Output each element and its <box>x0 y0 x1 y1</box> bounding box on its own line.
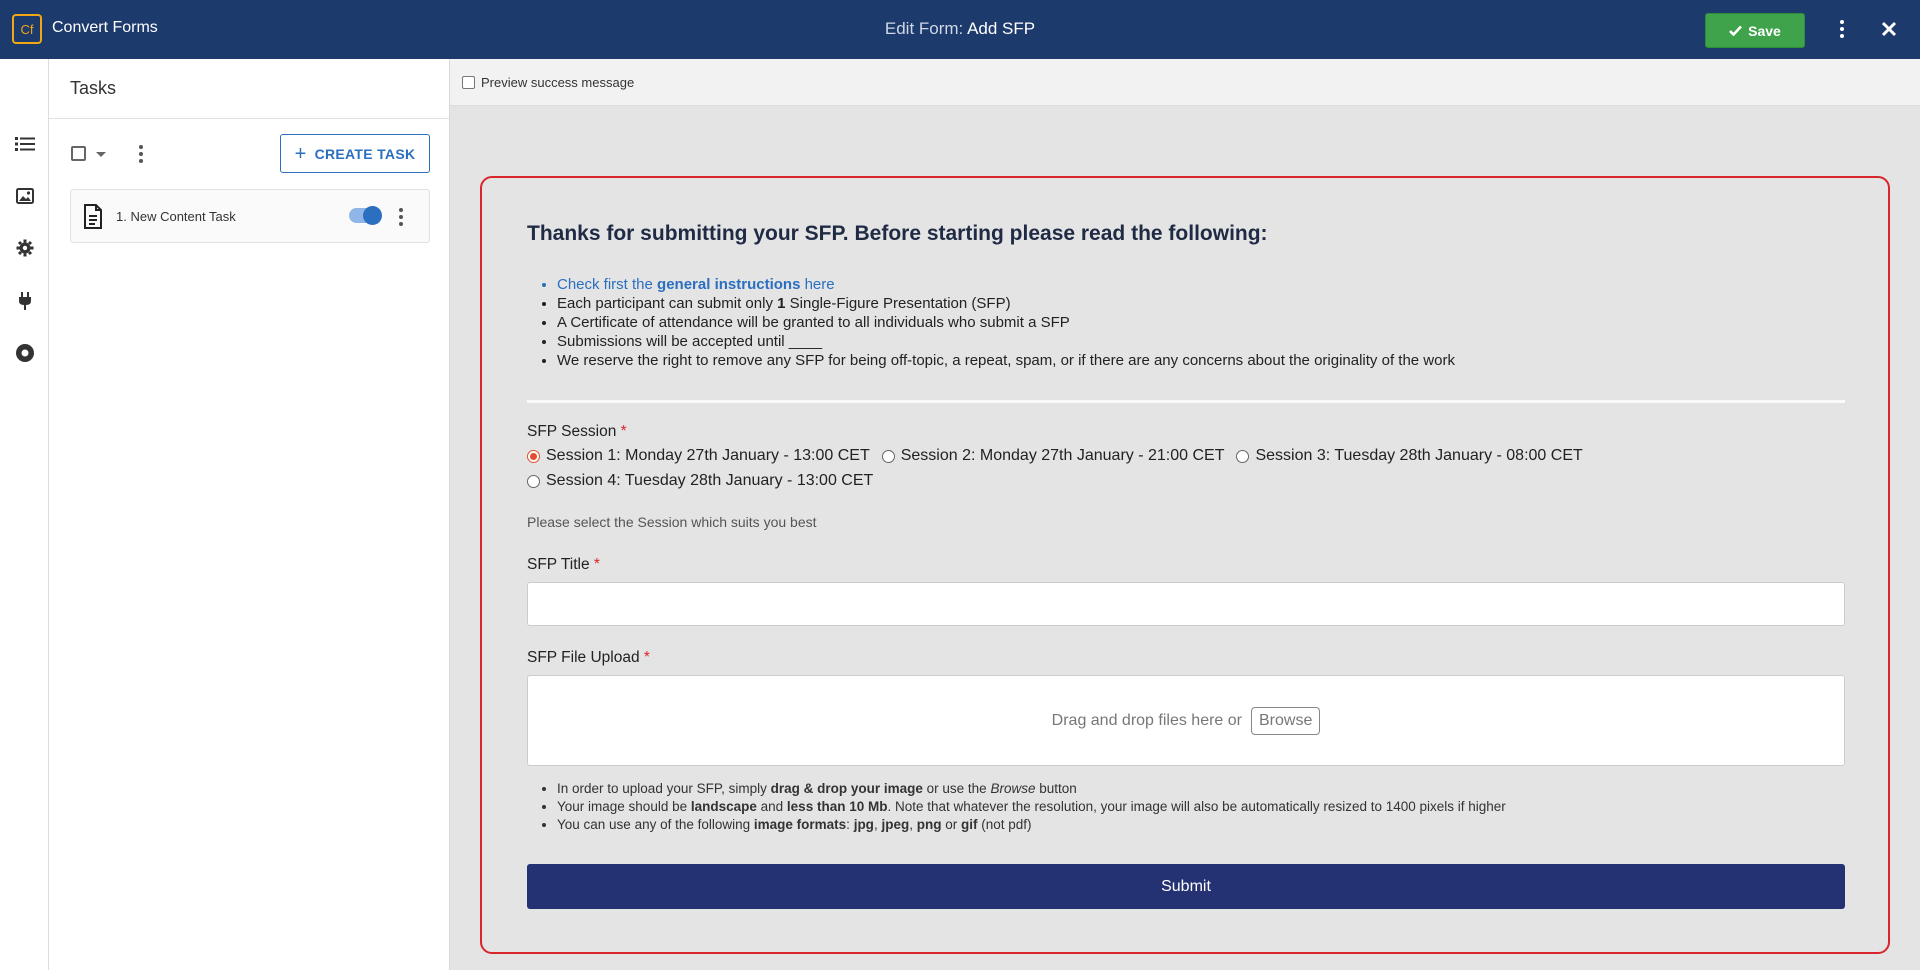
divider <box>49 118 449 119</box>
task-enabled-toggle[interactable] <box>349 206 382 225</box>
file-dropzone[interactable]: Drag and drop files here or Browse <box>527 675 1845 766</box>
plug-icon[interactable] <box>14 290 36 312</box>
radio-button[interactable] <box>527 474 540 488</box>
session-option-label: Session 4: Tuesday 28th January - 13:00 … <box>546 472 874 489</box>
task-item[interactable]: 1. New Content Task <box>70 189 430 243</box>
list-item: You can use any of the following image f… <box>557 816 1506 834</box>
form-preview: Thanks for submitting your SFP. Before s… <box>480 176 1890 954</box>
save-button[interactable]: Save <box>1705 13 1805 48</box>
session-label-text: SFP Session <box>527 423 617 440</box>
radio-button[interactable] <box>881 449 895 463</box>
check-icon <box>1729 25 1743 36</box>
top-bar: Cf Convert Forms Edit Form: Add SFP Save <box>0 0 1920 59</box>
list-text: Single-Figure Presentation (SFP) <box>785 295 1011 312</box>
instructions-list: Check first the general instructions her… <box>557 275 1455 370</box>
radio-button[interactable] <box>527 449 540 463</box>
save-label: Save <box>1748 22 1781 39</box>
required-mark: * <box>593 556 600 573</box>
document-icon <box>83 204 103 234</box>
preview-success-label[interactable]: Preview success message <box>481 75 634 90</box>
list-text: Each participant can submit only <box>557 295 778 312</box>
page-title-prefix: Edit Form: <box>884 19 964 38</box>
title-label: SFP Title * <box>527 556 600 574</box>
session-option-label: Session 2: Monday 27th January - 21:00 C… <box>900 447 1225 464</box>
image-icon[interactable] <box>14 185 36 207</box>
form-canvas: Thanks for submitting your SFP. Before s… <box>450 106 1920 970</box>
session-radio-group: Session 4: Tuesday 28th January - 13:00 … <box>527 472 885 490</box>
divider <box>527 400 1845 403</box>
submit-button[interactable]: Submit <box>527 864 1845 909</box>
list-item: In order to upload your SFP, simply drag… <box>557 780 1506 798</box>
list-item: A Certificate of attendance will be gran… <box>557 313 1455 332</box>
required-mark: * <box>643 649 650 666</box>
required-mark: * <box>620 423 627 440</box>
session-label: SFP Session * <box>527 423 627 441</box>
session-option-label: Session 3: Tuesday 28th January - 08:00 … <box>1255 447 1583 464</box>
title-label-text: SFP Title <box>527 556 590 573</box>
create-task-button[interactable]: + CREATE TASK <box>280 134 430 173</box>
list-item: Your image should be landscape and less … <box>557 798 1506 816</box>
plus-icon: + <box>294 142 307 165</box>
link-text: Check first the <box>557 276 658 293</box>
list-item[interactable]: Check first the general instructions her… <box>557 275 1455 294</box>
form-heading: Thanks for submitting your SFP. Before s… <box>527 222 1268 245</box>
session-option-label: Session 1: Monday 27th January - 13:00 C… <box>546 447 870 464</box>
select-all-checkbox[interactable] <box>71 146 86 161</box>
sfp-title-input[interactable] <box>527 582 1845 626</box>
create-task-label: CREATE TASK <box>314 145 416 162</box>
session-radio-group: Session 1: Monday 27th January - 13:00 C… <box>527 447 1595 465</box>
bulk-actions-icon[interactable] <box>139 145 143 163</box>
tasks-panel: Tasks + CREATE TASK 1. New Content Task <box>49 59 450 970</box>
chevron-down-icon[interactable] <box>96 152 106 157</box>
task-more-options-icon[interactable] <box>399 208 403 226</box>
preview-toolbar: Preview success message <box>450 59 1920 106</box>
session-help-text: Please select the Session which suits yo… <box>527 514 817 530</box>
dropzone-text: Drag and drop files here or <box>1051 711 1242 729</box>
session-option[interactable]: Session 1: Monday 27th January - 13:00 C… <box>527 447 870 465</box>
session-option[interactable]: Session 4: Tuesday 28th January - 13:00 … <box>527 472 873 490</box>
tasks-title: Tasks <box>70 78 117 98</box>
more-options-icon[interactable] <box>1832 16 1852 42</box>
gear-icon[interactable] <box>14 237 36 259</box>
session-option[interactable]: Session 3: Tuesday 28th January - 08:00 … <box>1236 447 1583 465</box>
list-item: Submissions will be accepted until ____ <box>557 332 1455 351</box>
list-item: Each participant can submit only 1 Singl… <box>557 294 1455 313</box>
general-instructions-link[interactable]: general instructions <box>657 276 800 293</box>
form-name: Add SFP <box>967 19 1036 38</box>
page-title: Edit Form: Add SFP <box>0 19 1920 39</box>
sidebar-rail <box>0 59 49 970</box>
upload-label-text: SFP File Upload <box>527 649 640 666</box>
target-icon[interactable] <box>14 342 36 364</box>
close-icon[interactable] <box>1876 14 1902 44</box>
session-option[interactable]: Session 2: Monday 27th January - 21:00 C… <box>881 447 1225 465</box>
task-label: 1. New Content Task <box>116 209 236 224</box>
upload-notes: In order to upload your SFP, simply drag… <box>557 780 1506 834</box>
browse-button[interactable]: Browse <box>1250 706 1321 735</box>
list-icon[interactable] <box>14 133 36 155</box>
radio-button[interactable] <box>1236 449 1250 463</box>
list-item: We reserve the right to remove any SFP f… <box>557 351 1455 370</box>
link-text: here <box>800 276 835 293</box>
preview-success-checkbox[interactable] <box>462 76 475 89</box>
upload-label: SFP File Upload * <box>527 649 650 667</box>
